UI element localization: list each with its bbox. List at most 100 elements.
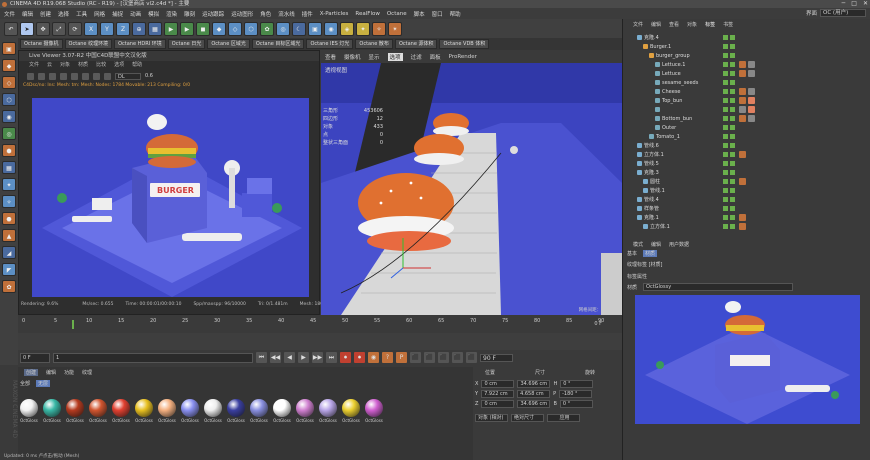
render-check[interactable] [730,206,735,211]
material-ball[interactable] [250,399,268,417]
material-tag[interactable] [739,214,746,221]
toolbar-button-1[interactable]: ➤ [20,21,34,36]
menu-item-5[interactable]: 网格 [94,10,105,18]
object-row[interactable]: burger_group [649,51,690,60]
material-swatch[interactable]: OctGloss [203,399,223,423]
material-tab-1[interactable]: 编辑 [46,369,56,376]
visibility-check[interactable] [723,224,728,229]
menu-item-17[interactable]: RealFlow [355,11,379,17]
lock-icon[interactable] [71,72,78,80]
left-tool-14[interactable]: ✿ [2,280,16,293]
object-menu-5[interactable]: 书签 [723,21,733,28]
left-tool-10[interactable]: ⬣ [2,212,16,225]
visibility-check[interactable] [723,89,728,94]
material-filter-1[interactable]: 无层 [36,380,51,387]
material-swatch[interactable]: OctGloss [364,399,384,423]
transport-button-0[interactable]: ⏮ [256,352,267,363]
attribute-tab-0[interactable]: 模式 [633,241,643,248]
toolbar-button-8[interactable]: ⊕ [132,21,146,36]
left-tool-13[interactable]: ◤ [2,263,16,276]
octane-tab-8[interactable]: Octane 源体积 [394,39,438,49]
material-ball[interactable] [342,399,360,417]
render-check[interactable] [730,125,735,130]
left-tool-12[interactable]: ◢ [2,246,16,259]
material-tab-2[interactable]: 功能 [64,369,74,376]
object-row[interactable]: 管线.5 [637,159,659,168]
object-menu-2[interactable]: 查看 [669,21,679,28]
pause-icon[interactable] [49,72,56,80]
coord-rotation-field[interactable]: 0 ° [559,400,593,408]
octane-tab-3[interactable]: Octane 日光 [167,39,206,49]
material-swatch[interactable]: OctGloss [295,399,315,423]
material-tag[interactable] [739,223,746,230]
render-check[interactable] [730,71,735,76]
toolbar-button-22[interactable]: ✦ [356,21,370,36]
left-tool-7[interactable]: ▦ [2,161,16,174]
coord-rotation-field[interactable]: -180 ° [559,390,593,398]
toolbar-button-14[interactable]: ◇ [228,21,242,36]
toolbar-button-13[interactable]: ◆ [212,21,226,36]
material-swatch[interactable]: OctGloss [272,399,292,423]
menu-item-3[interactable]: 选择 [58,10,69,18]
close-button[interactable]: ✕ [863,0,868,8]
material-tag[interactable] [739,106,746,113]
menu-item-10[interactable]: 雕刻 [184,10,195,18]
toolbar-button-24[interactable]: ✴ [388,21,402,36]
material-swatch[interactable]: OctGloss [19,399,39,423]
menu-item-19[interactable]: 脚本 [414,10,425,18]
material-tag[interactable] [739,151,746,158]
material-ball[interactable] [43,399,61,417]
toolbar-button-10[interactable]: ▶ [164,21,178,36]
transport-button-14[interactable]: ⬛ [452,352,463,363]
toolbar-button-3[interactable]: ⤢ [52,21,66,36]
toolbar-button-19[interactable]: ▣ [308,21,322,36]
menu-item-14[interactable]: 流水线 [278,10,295,18]
timeline[interactable]: 0 F 0 5 10 15 20 25 30 35 40 45 50 55 60 65 70 75 80 85 90 [18,316,622,333]
object-menu-4[interactable]: 标签 [705,21,715,28]
toolbar-button-12[interactable]: ◼ [196,21,210,36]
material-ball[interactable] [273,399,291,417]
transport-button-6[interactable]: ⏺ [340,352,351,363]
material-ball[interactable] [20,399,38,417]
object-row[interactable]: Lettuce [655,69,681,78]
left-tool-4[interactable]: ◉ [2,110,16,123]
transport-button-8[interactable]: ◉ [368,352,379,363]
toolbar-button-11[interactable]: ▶ [180,21,194,36]
maximize-button[interactable]: □ [851,0,857,8]
object-row[interactable]: Bottom_bun [655,114,692,123]
material-swatch[interactable]: OctGloss [42,399,62,423]
attribute-tab-1[interactable]: 编辑 [651,241,661,248]
left-tool-3[interactable]: ⬡ [2,93,16,106]
material-tag[interactable] [739,97,746,104]
menu-item-11[interactable]: 运动跟踪 [202,10,224,18]
material-tab-0[interactable]: 创建 [24,369,39,376]
interface-dropdown[interactable]: OC (用户) [820,9,866,17]
toolbar-button-0[interactable]: ↶ [4,21,18,36]
left-tool-8[interactable]: ✦ [2,178,16,191]
visibility-check[interactable] [723,80,728,85]
left-tool-1[interactable]: ◆ [2,59,16,72]
toolbar-button-6[interactable]: Y [100,21,114,36]
render-check[interactable] [730,107,735,112]
transport-button-13[interactable]: ⬛ [438,352,449,363]
transport-button-9[interactable]: ? [382,352,393,363]
octane-tab-1[interactable]: Octane 纹理环境 [64,39,113,49]
menu-item-0[interactable]: 文件 [4,10,15,18]
render-check[interactable] [730,80,735,85]
live-viewer-menu-6[interactable]: 帮助 [132,61,142,70]
transport-button-5[interactable]: ⏭ [326,352,337,363]
visibility-check[interactable] [723,134,728,139]
viewport-menu-5[interactable]: 面板 [430,53,441,61]
viewport-menu-6[interactable]: ProRender [449,54,477,60]
material-tag[interactable] [739,70,746,77]
visibility-check[interactable] [723,71,728,76]
coord-size-field[interactable]: 34.696 cm [517,380,551,388]
material-ball[interactable] [204,399,222,417]
refresh-icon[interactable] [27,72,34,80]
object-row[interactable]: 克隆.3 [637,168,659,177]
toolbar-button-18[interactable]: ☾ [292,21,306,36]
start-frame-field[interactable]: 0 F [20,352,50,363]
frame-range-slider[interactable]: 1 [53,352,253,363]
render-check[interactable] [730,62,735,67]
toolbar-button-7[interactable]: Z [116,21,130,36]
